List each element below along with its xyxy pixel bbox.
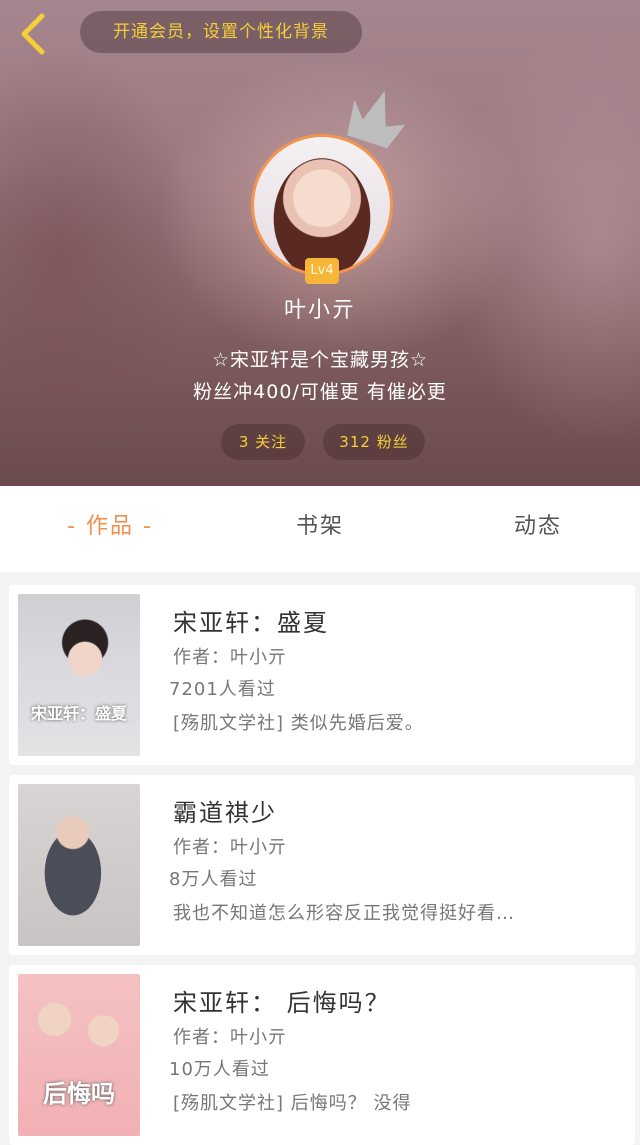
level-badge: Lv4 [305,258,339,284]
work-views: 7201人看过 [169,679,276,700]
work-description: 我也不知道怎么形容反正我觉得挺好看… [173,903,515,924]
work-description: [殇肌文学社] 后悔吗？ 没得 [173,1093,412,1114]
tab-bar: - 作品 - 书架 动态 [0,486,640,572]
tab-works[interactable]: - 作品 - [30,486,190,572]
work-card[interactable]: 霸道祺少 作者：叶小亓 8万人看过 我也不知道怎么形容反正我觉得挺好看… [9,775,635,955]
work-title: 霸道祺少 [173,799,277,827]
work-card[interactable]: 宋亚轩：盛夏 宋亚轩：盛夏 作者：叶小亓 7201人看过 [殇肌文学社] 类似先… [9,585,635,765]
crown-icon [347,90,406,149]
tab-bookshelf[interactable]: 书架 [240,486,400,572]
nickname: 叶小亓 [283,298,356,323]
chevron-left-icon [21,13,45,55]
bio: ☆宋亚轩是个宝藏男孩☆ 粉丝冲400/可催更 有催必更 [0,344,640,408]
cover-caption: 后悔吗 [43,1080,115,1108]
work-card[interactable]: 后悔吗 宋亚轩： 后悔吗？ 作者：叶小亓 10万人看过 [殇肌文学社] 后悔吗？… [9,965,635,1145]
following-count[interactable]: 3 关注 [221,424,305,460]
work-title: 宋亚轩： 后悔吗？ [173,989,391,1017]
work-author: 作者：叶小亓 [173,837,287,858]
followers-count[interactable]: 312 粉丝 [323,424,425,460]
work-author: 作者：叶小亓 [173,1027,287,1048]
avatar[interactable] [251,134,393,276]
work-cover: 后悔吗 [18,974,140,1136]
work-cover: 宋亚轩：盛夏 [18,594,140,756]
vip-background-banner[interactable]: 开通会员，设置个性化背景 [80,11,362,53]
work-views: 10万人看过 [169,1059,270,1080]
profile-header: 开通会员，设置个性化背景 Lv4 叶小亓 ☆宋亚轩是个宝藏男孩☆ 粉丝冲400/… [0,0,640,486]
work-title: 宋亚轩：盛夏 [173,609,329,637]
work-views: 8万人看过 [169,869,258,890]
work-description: [殇肌文学社] 类似先婚后爱。 [173,713,424,734]
tab-activity[interactable]: 动态 [458,486,618,572]
work-author: 作者：叶小亓 [173,647,287,668]
work-cover [18,784,140,946]
bio-line-1: ☆宋亚轩是个宝藏男孩☆ [211,349,429,371]
back-button[interactable] [16,12,56,56]
cover-caption: 宋亚轩：盛夏 [30,704,127,723]
bio-line-2: 粉丝冲400/可催更 有催必更 [193,381,447,403]
